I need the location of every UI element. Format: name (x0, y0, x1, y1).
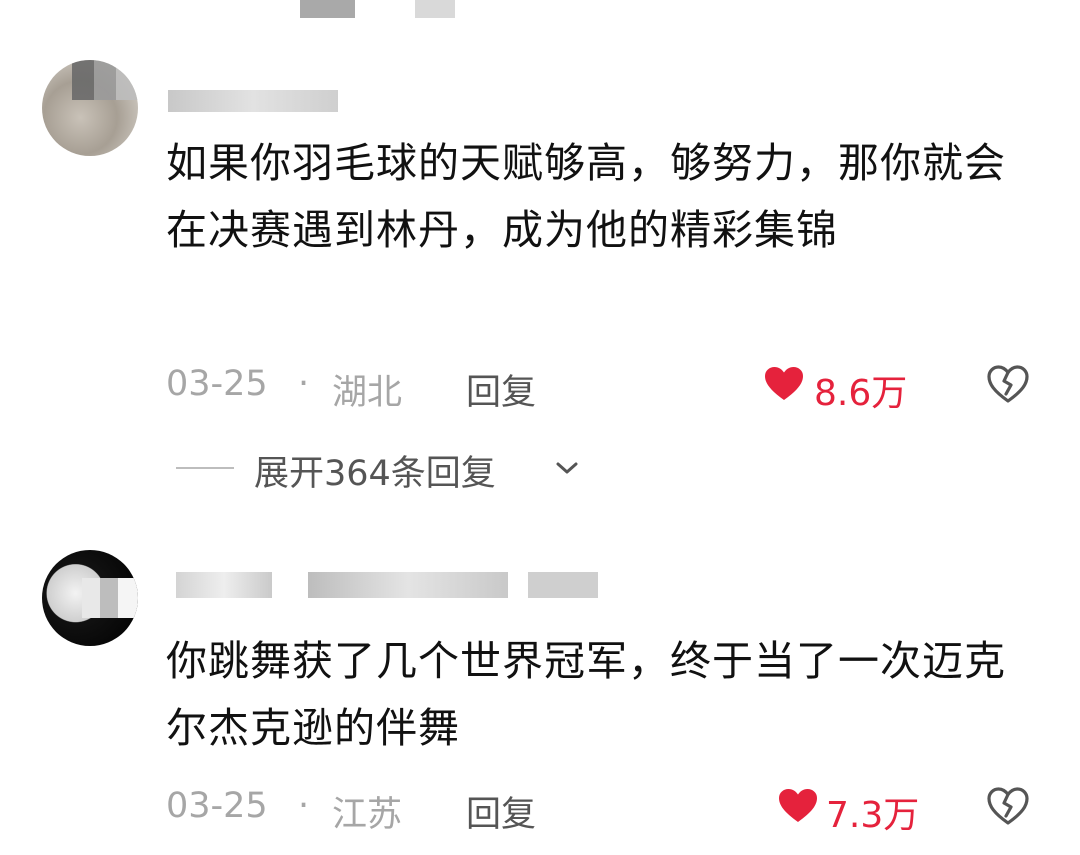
comment-date: 03-25 (166, 786, 268, 826)
comment-text: 你跳舞获了几个世界冠军，终于当了一次迈克尔杰克逊的伴舞 (166, 637, 1006, 752)
avatar[interactable] (42, 550, 138, 646)
like-count: 7.3万 (826, 795, 920, 836)
like-count: 8.6万 (814, 373, 908, 414)
heart-icon[interactable] (778, 788, 818, 824)
reply-button[interactable]: 回复 (466, 364, 536, 415)
comment-location: 湖北 (332, 373, 403, 413)
divider-line (176, 467, 234, 469)
chevron-down-icon (556, 462, 578, 474)
comment-location: 江苏 (332, 795, 403, 835)
expand-replies-label: 展开364条回复 (254, 454, 496, 494)
heart-icon[interactable] (764, 366, 804, 402)
comment-meta: 03-25 · 湖北 回复 8.6万 (166, 364, 1046, 414)
blurred-header-remnant (300, 0, 480, 18)
meta-separator: · (298, 364, 310, 404)
reply-button[interactable]: 回复 (466, 786, 536, 837)
broken-heart-icon[interactable] (986, 786, 1030, 826)
comment-meta: 03-25 · 江苏 回复 7.3万 (166, 786, 1046, 836)
avatar[interactable] (42, 60, 138, 156)
comment-date: 03-25 (166, 364, 268, 404)
meta-separator: · (298, 786, 310, 826)
comment-text: 如果你羽毛球的天赋够高，够努力，那你就会在决赛遇到林丹，成为他的精彩集锦 (166, 139, 1006, 254)
broken-heart-icon[interactable] (986, 364, 1030, 404)
